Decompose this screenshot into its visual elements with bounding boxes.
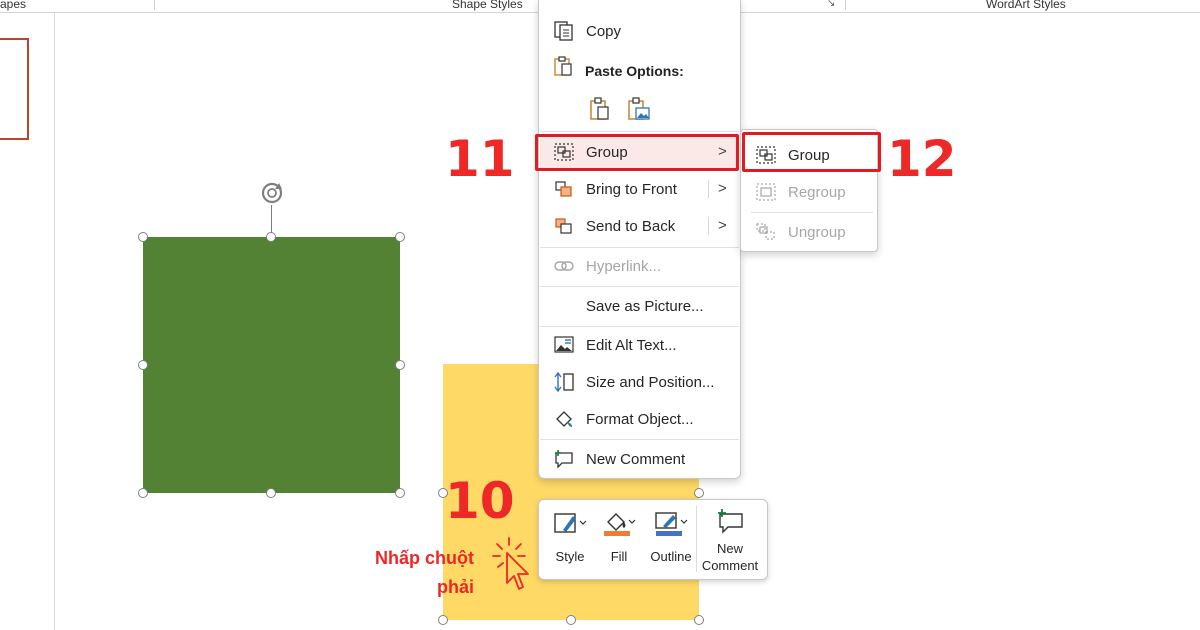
resize-handle[interactable]	[395, 360, 405, 370]
menu-separator	[540, 286, 739, 287]
menu-item-new-comment[interactable]: New Comment	[540, 442, 739, 476]
resize-handle[interactable]	[566, 615, 576, 625]
menu-item-size-and-position[interactable]: Size and Position...	[540, 365, 739, 399]
menu-item-label: Edit Alt Text...	[586, 337, 677, 354]
split-separator	[708, 180, 709, 198]
shape-outline-icon	[655, 512, 688, 536]
highlight-box-group	[535, 134, 739, 171]
green-rectangle-shape[interactable]	[143, 237, 400, 493]
submenu-item-regroup[interactable]: Regroup	[742, 174, 876, 210]
menu-item-hyperlink[interactable]: Hyperlink...	[540, 249, 739, 283]
split-separator	[708, 217, 709, 235]
fill-bucket-icon	[604, 513, 636, 536]
ribbon-group-shapes-label: apes	[0, 0, 27, 11]
fill-button[interactable]: Fill	[597, 500, 641, 579]
new-comment-icon	[718, 509, 743, 534]
size-and-position-icon	[554, 372, 574, 392]
menu-item-send-to-back[interactable]: Send to Back >	[540, 209, 739, 243]
menu-item-edit-alt-text[interactable]: Edit Alt Text...	[540, 328, 739, 362]
step-number-11: 11	[445, 130, 515, 188]
mini-toolbar-separator	[696, 506, 697, 572]
menu-item-copy[interactable]: Copy	[540, 14, 739, 48]
resize-handle[interactable]	[694, 615, 704, 625]
submenu-item-ungroup[interactable]: Ungroup	[742, 214, 876, 250]
paste-options-header: Paste Options:	[585, 63, 684, 79]
ribbon-separator	[845, 0, 846, 10]
dialog-launcher-icon[interactable]: ↘	[827, 0, 835, 9]
menu-separator	[540, 439, 739, 440]
submenu-separator	[751, 212, 873, 213]
resize-handle[interactable]	[138, 232, 148, 242]
chevron-right-icon[interactable]: >	[718, 217, 727, 234]
menu-separator	[540, 247, 739, 248]
menu-item-label: Send to Back	[586, 218, 676, 235]
ribbon-group-wordart-styles-label: WordArt Styles	[986, 0, 1066, 11]
mini-toolbar: Style Fill Outline New Comment	[538, 499, 768, 580]
new-comment-button[interactable]: New Comment	[699, 500, 761, 579]
submenu-item-label: Ungroup	[788, 224, 846, 241]
link-icon	[554, 261, 574, 271]
step-number-12: 12	[887, 130, 957, 188]
slide-thumbnail-panel	[0, 13, 55, 630]
fill-label: Fill	[610, 549, 628, 564]
menu-item-label: Copy	[586, 23, 622, 40]
menu-separator	[540, 131, 739, 132]
ribbon-separator	[154, 0, 155, 10]
menu-item-label: Size and Position...	[586, 374, 715, 391]
right-click-hint: Nhấp chuột phải	[350, 544, 474, 602]
style-button[interactable]: Style	[545, 500, 595, 579]
slide-thumbnail[interactable]	[0, 38, 29, 140]
new-comment-label-line2: Comment	[701, 558, 759, 573]
resize-handle[interactable]	[138, 360, 148, 370]
cursor-click-icon	[492, 537, 529, 590]
paste-as-picture-icon[interactable]	[627, 97, 651, 121]
menu-item-label: Bring to Front	[586, 181, 677, 198]
send-to-back-icon	[555, 218, 572, 234]
highlight-box-submenu-group	[742, 132, 881, 172]
menu-item-save-as-picture[interactable]: Save as Picture...	[540, 289, 739, 323]
format-shape-icon	[556, 411, 572, 427]
resize-handle[interactable]	[266, 232, 276, 242]
hint-line-1: Nhấp chuột	[375, 548, 474, 568]
menu-item-label: Hyperlink...	[586, 258, 662, 275]
menu-separator	[540, 326, 739, 327]
outline-label: Outline	[650, 549, 692, 564]
resize-handle[interactable]	[395, 488, 405, 498]
style-label: Style	[555, 549, 585, 564]
resize-handle[interactable]	[438, 615, 448, 625]
chevron-right-icon[interactable]: >	[718, 180, 727, 197]
resize-handle[interactable]	[138, 488, 148, 498]
menu-item-bring-to-front[interactable]: Bring to Front >	[540, 172, 739, 206]
resize-handle[interactable]	[266, 488, 276, 498]
regroup-icon	[756, 183, 776, 201]
paste-keep-source-formatting-icon[interactable]	[589, 97, 611, 121]
menu-item-label: Format Object...	[586, 411, 694, 428]
hint-line-2: phải	[436, 577, 474, 597]
menu-item-label: Save as Picture...	[586, 298, 704, 315]
bring-to-front-icon	[555, 181, 572, 197]
alt-text-icon	[554, 336, 574, 353]
new-comment-label-line1: New	[716, 541, 743, 556]
menu-item-label: New Comment	[586, 451, 686, 468]
resize-handle[interactable]	[395, 232, 405, 242]
shape-style-icon	[554, 513, 587, 533]
context-menu: Copy Paste Options: Group > Bring to Fro…	[538, 0, 741, 479]
paste-icon	[554, 56, 572, 76]
resize-handle[interactable]	[694, 488, 704, 498]
rotate-handle-icon[interactable]	[257, 178, 287, 208]
submenu-item-label: Regroup	[788, 184, 846, 201]
step-number-10: 10	[445, 472, 515, 530]
new-comment-icon	[555, 450, 573, 469]
outline-button[interactable]: Outline	[645, 500, 697, 579]
ribbon-group-shape-styles-label: Shape Styles	[452, 0, 523, 11]
copy-icon	[554, 21, 573, 41]
ungroup-icon	[756, 223, 775, 240]
menu-item-format-object[interactable]: Format Object...	[540, 402, 739, 436]
